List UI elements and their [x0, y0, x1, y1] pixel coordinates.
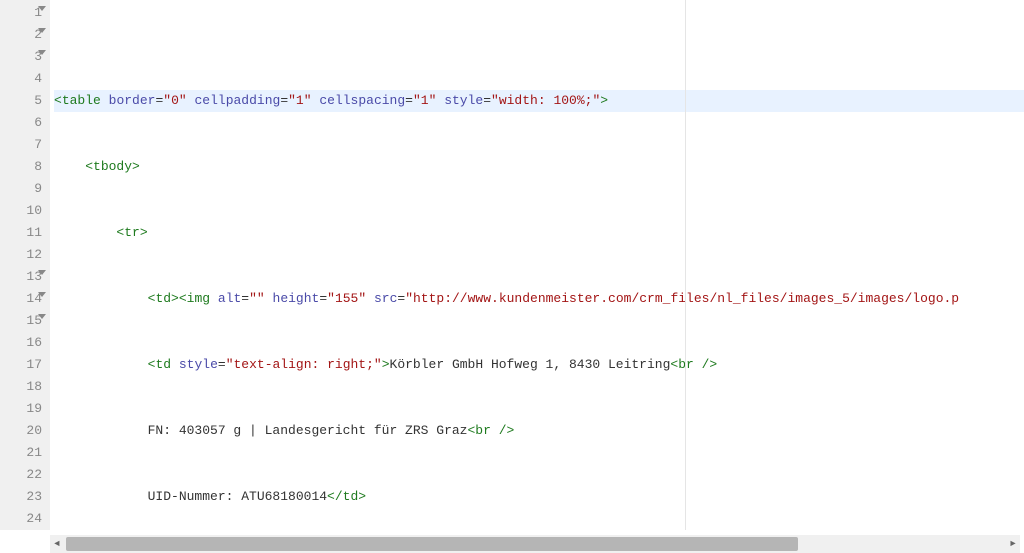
line-number: 2 — [0, 24, 42, 46]
scroll-right-icon[interactable]: ► — [1006, 537, 1020, 551]
line-number: 23 — [0, 486, 42, 508]
fold-toggle-icon[interactable] — [38, 28, 46, 33]
fold-toggle-icon[interactable] — [38, 314, 46, 319]
line-number: 4 — [0, 68, 42, 90]
line-number: 13 — [0, 266, 42, 288]
code-line[interactable]: <tr> — [54, 222, 1024, 244]
code-line[interactable]: <td style="text-align: right;">Körbler G… — [54, 354, 1024, 376]
horizontal-scrollbar[interactable]: ◄ ► — [50, 535, 1020, 553]
code-line[interactable]: <td><img alt="" height="155" src="http:/… — [54, 288, 1024, 310]
line-number: 14 — [0, 288, 42, 310]
code-line[interactable]: UID-Nummer: ATU68180014</td> — [54, 486, 1024, 508]
line-number-gutter: 123456789101112131415161718192021222324 — [0, 0, 50, 530]
line-number: 6 — [0, 112, 42, 134]
fold-toggle-icon[interactable] — [38, 270, 46, 275]
code-line[interactable]: FN: 403057 g | Landesgericht für ZRS Gra… — [54, 420, 1024, 442]
line-number: 16 — [0, 332, 42, 354]
print-margin-ruler — [685, 0, 686, 530]
line-number: 1 — [0, 2, 42, 24]
line-number: 19 — [0, 398, 42, 420]
line-number: 18 — [0, 376, 42, 398]
line-number: 10 — [0, 200, 42, 222]
line-number: 3 — [0, 46, 42, 68]
scrollbar-track[interactable] — [66, 537, 1004, 551]
line-number: 5 — [0, 90, 42, 112]
code-line[interactable]: <tbody> — [54, 156, 1024, 178]
scrollbar-thumb[interactable] — [66, 537, 798, 551]
line-number: 8 — [0, 156, 42, 178]
code-text-area[interactable]: <table border="0" cellpadding="1" cellsp… — [50, 0, 1024, 530]
fold-toggle-icon[interactable] — [38, 292, 46, 297]
line-number: 20 — [0, 420, 42, 442]
line-number: 17 — [0, 354, 42, 376]
line-number: 7 — [0, 134, 42, 156]
line-number: 24 — [0, 508, 42, 530]
fold-toggle-icon[interactable] — [38, 6, 46, 11]
line-number: 11 — [0, 222, 42, 244]
line-number: 15 — [0, 310, 42, 332]
code-editor[interactable]: 123456789101112131415161718192021222324 … — [0, 0, 1024, 530]
line-number: 12 — [0, 244, 42, 266]
fold-toggle-icon[interactable] — [38, 50, 46, 55]
code-line[interactable]: <table border="0" cellpadding="1" cellsp… — [54, 90, 1024, 112]
line-number: 22 — [0, 464, 42, 486]
line-number: 21 — [0, 442, 42, 464]
scroll-left-icon[interactable]: ◄ — [50, 537, 64, 551]
line-number: 9 — [0, 178, 42, 200]
